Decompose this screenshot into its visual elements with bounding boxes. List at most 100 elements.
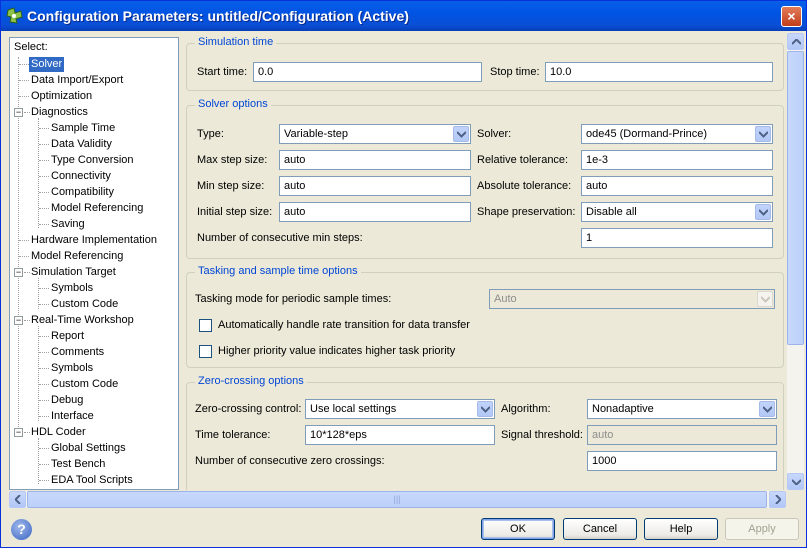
rate-transition-label: Automatically handle rate transition for… [218,319,470,331]
help-button[interactable]: Help [644,518,718,540]
tree-item-data-import-export[interactable]: Data Import/Export [31,73,123,88]
cancel-button[interactable]: Cancel [563,518,637,540]
tree-item-sample-time[interactable]: Sample Time [51,121,115,136]
collapse-icon[interactable]: − [14,316,23,325]
collapse-icon[interactable]: − [14,428,23,437]
chevron-down-icon [757,291,773,307]
tree-item-solver[interactable]: Solver [29,57,65,72]
tree-item-diagnostics[interactable]: Diagnostics [31,105,88,120]
signal-threshold-label: Signal threshold: [501,429,583,441]
chevron-down-icon[interactable] [755,126,771,142]
chevron-down-icon[interactable] [759,401,775,417]
close-button[interactable]: × [781,6,802,27]
consecutive-min-steps-input[interactable]: 1 [581,228,773,248]
task-priority-checkbox[interactable] [199,345,212,358]
scroll-right-button[interactable] [769,491,786,508]
tree-item-model-referencing-diag[interactable]: Model Referencing [51,201,143,216]
chevron-down-icon[interactable] [755,204,771,220]
shape-preservation-value: Disable all [586,206,637,218]
time-tolerance-label: Time tolerance: [195,429,271,441]
tree-item-model-referencing[interactable]: Model Referencing [31,249,123,264]
tree-item-rtw-custom-code[interactable]: Custom Code [51,377,118,392]
consecutive-zero-crossings-input[interactable]: 1000 [587,451,777,471]
tree-line [39,480,49,481]
max-step-input[interactable]: auto [279,150,471,170]
tree-item-eda-tool-scripts[interactable]: EDA Tool Scripts [51,473,133,488]
tree-line [24,320,30,321]
relative-tolerance-input[interactable]: 1e-3 [581,150,773,170]
initial-step-input[interactable]: auto [279,202,471,222]
scroll-left-button[interactable] [9,491,26,508]
tree-line [39,448,49,449]
absolute-tolerance-label: Absolute tolerance: [477,180,572,192]
tree-item-hardware-implementation[interactable]: Hardware Implementation [31,233,157,248]
tree-line [39,192,49,193]
tasking-mode-dropdown[interactable]: Auto [489,289,775,309]
collapse-icon[interactable]: − [14,108,23,117]
start-time-input[interactable]: 0.0 [253,62,482,82]
tree-item-interface[interactable]: Interface [51,409,94,424]
tree-item-simulation-target[interactable]: Simulation Target [31,265,116,280]
tree-item-sim-custom-code[interactable]: Custom Code [51,297,118,312]
tree-line [19,64,29,65]
title-bar[interactable]: Configuration Parameters: untitled/Confi… [1,1,806,31]
time-tolerance-input[interactable]: 10*128*eps [305,425,495,445]
tree-line [19,96,29,97]
consecutive-min-steps-label: Number of consecutive min steps: [197,232,363,244]
tasking-group: Tasking and sample time options Tasking … [186,265,784,368]
ok-button[interactable]: OK [481,518,555,540]
tree-item-type-conversion[interactable]: Type Conversion [51,153,134,168]
tree-item-global-settings[interactable]: Global Settings [51,441,126,456]
scroll-down-button[interactable] [787,473,804,490]
type-dropdown[interactable]: Variable-step [279,124,471,144]
vertical-scrollbar[interactable] [787,33,804,490]
shape-preservation-dropdown[interactable]: Disable all [581,202,773,222]
scroll-up-button[interactable] [787,33,804,50]
tree-line [39,384,49,385]
tree-item-compatibility[interactable]: Compatibility [51,185,114,200]
solver-dropdown[interactable]: ode45 (Dormand-Prince) [581,124,773,144]
chevron-down-icon[interactable] [453,126,469,142]
help-icon[interactable]: ? [11,519,32,540]
solver-options-group: Solver options Type: Variable-step Solve… [186,98,784,259]
horizontal-scrollbar-thumb[interactable]: ||| [27,491,767,508]
chevron-down-icon[interactable] [477,401,493,417]
relative-tolerance-label: Relative tolerance: [477,154,569,166]
min-step-input[interactable]: auto [279,176,471,196]
zero-crossing-control-dropdown[interactable]: Use local settings [305,399,495,419]
algorithm-dropdown[interactable]: Nonadaptive [587,399,777,419]
tree-item-debug[interactable]: Debug [51,393,83,408]
tree-line [24,432,30,433]
tree-item-test-bench[interactable]: Test Bench [51,457,105,472]
tree-item-sim-symbols[interactable]: Symbols [51,281,93,296]
collapse-icon[interactable]: − [14,268,23,277]
category-tree[interactable]: Select: Solver Data Import/Export Optimi… [9,37,179,490]
tree-item-connectivity[interactable]: Connectivity [51,169,111,184]
tree-line [19,80,29,81]
tree-line [39,464,49,465]
absolute-tolerance-input[interactable]: auto [581,176,773,196]
apply-button[interactable]: Apply [725,518,799,540]
tree-item-hdl-coder[interactable]: HDL Coder [31,425,86,440]
tree-item-rtw-symbols[interactable]: Symbols [51,361,93,376]
tree-item-report[interactable]: Report [51,329,84,344]
signal-threshold-input[interactable]: auto [587,425,777,445]
tree-item-real-time-workshop[interactable]: Real-Time Workshop [31,313,134,328]
tree-item-saving[interactable]: Saving [51,217,85,232]
tree-line [39,176,49,177]
tree-line [39,416,49,417]
tree-item-comments[interactable]: Comments [51,345,104,360]
tree-item-optimization[interactable]: Optimization [31,89,92,104]
app-icon [6,7,23,24]
tree-line [39,368,49,369]
stop-time-input[interactable]: 10.0 [545,62,773,82]
window-title: Configuration Parameters: untitled/Confi… [27,8,409,24]
tree-line [39,208,49,209]
rate-transition-checkbox[interactable] [199,319,212,332]
tree-item-data-validity[interactable]: Data Validity [51,137,112,152]
tree-line [39,128,49,129]
type-value: Variable-step [284,128,348,140]
scrollbar-thumb[interactable] [787,51,804,345]
tasking-mode-label: Tasking mode for periodic sample times: [195,293,392,305]
horizontal-scrollbar[interactable]: ||| [9,491,786,508]
